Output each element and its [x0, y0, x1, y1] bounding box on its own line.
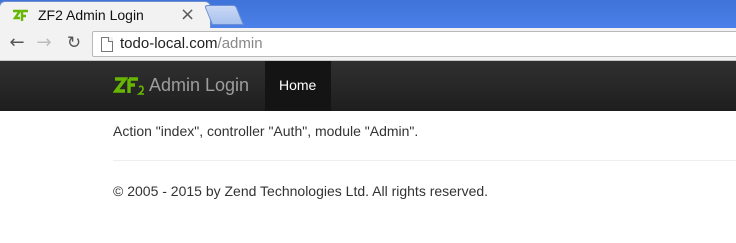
zf2-favicon-icon	[12, 9, 28, 21]
url-text[interactable]: todo-local.com/admin	[120, 35, 263, 52]
address-bar[interactable]: todo-local.com/admin	[92, 31, 736, 57]
new-tab-button[interactable]	[203, 5, 245, 25]
nav-home-link[interactable]: Home	[265, 61, 331, 111]
brand-text: Admin Login	[149, 75, 250, 95]
tab-title: ZF2 Admin Login	[38, 7, 144, 23]
page-icon	[101, 37, 113, 52]
site-navbar: Admin Login Home	[0, 61, 736, 111]
zf2-logo-icon	[113, 77, 144, 95]
browser-toolbar: ← → ↻ todo-local.com/admin	[0, 28, 736, 61]
url-host: todo-local.com	[120, 35, 218, 52]
back-arrow-icon[interactable]: ←	[6, 32, 28, 54]
forward-arrow-icon[interactable]: →	[33, 32, 55, 54]
footer-divider	[113, 160, 736, 161]
footer-copyright: © 2005 - 2015 by Zend Technologies Ltd. …	[113, 183, 489, 199]
url-path: /admin	[217, 35, 263, 52]
reload-icon[interactable]: ↻	[63, 32, 85, 54]
page-message: Action "index", controller "Auth", modul…	[113, 123, 419, 139]
nav-home-label: Home	[279, 77, 317, 93]
close-icon[interactable]: ×	[180, 5, 195, 25]
browser-tab[interactable]: ZF2 Admin Login ×	[0, 2, 210, 28]
browser-tab-strip: ZF2 Admin Login ×	[0, 0, 736, 28]
